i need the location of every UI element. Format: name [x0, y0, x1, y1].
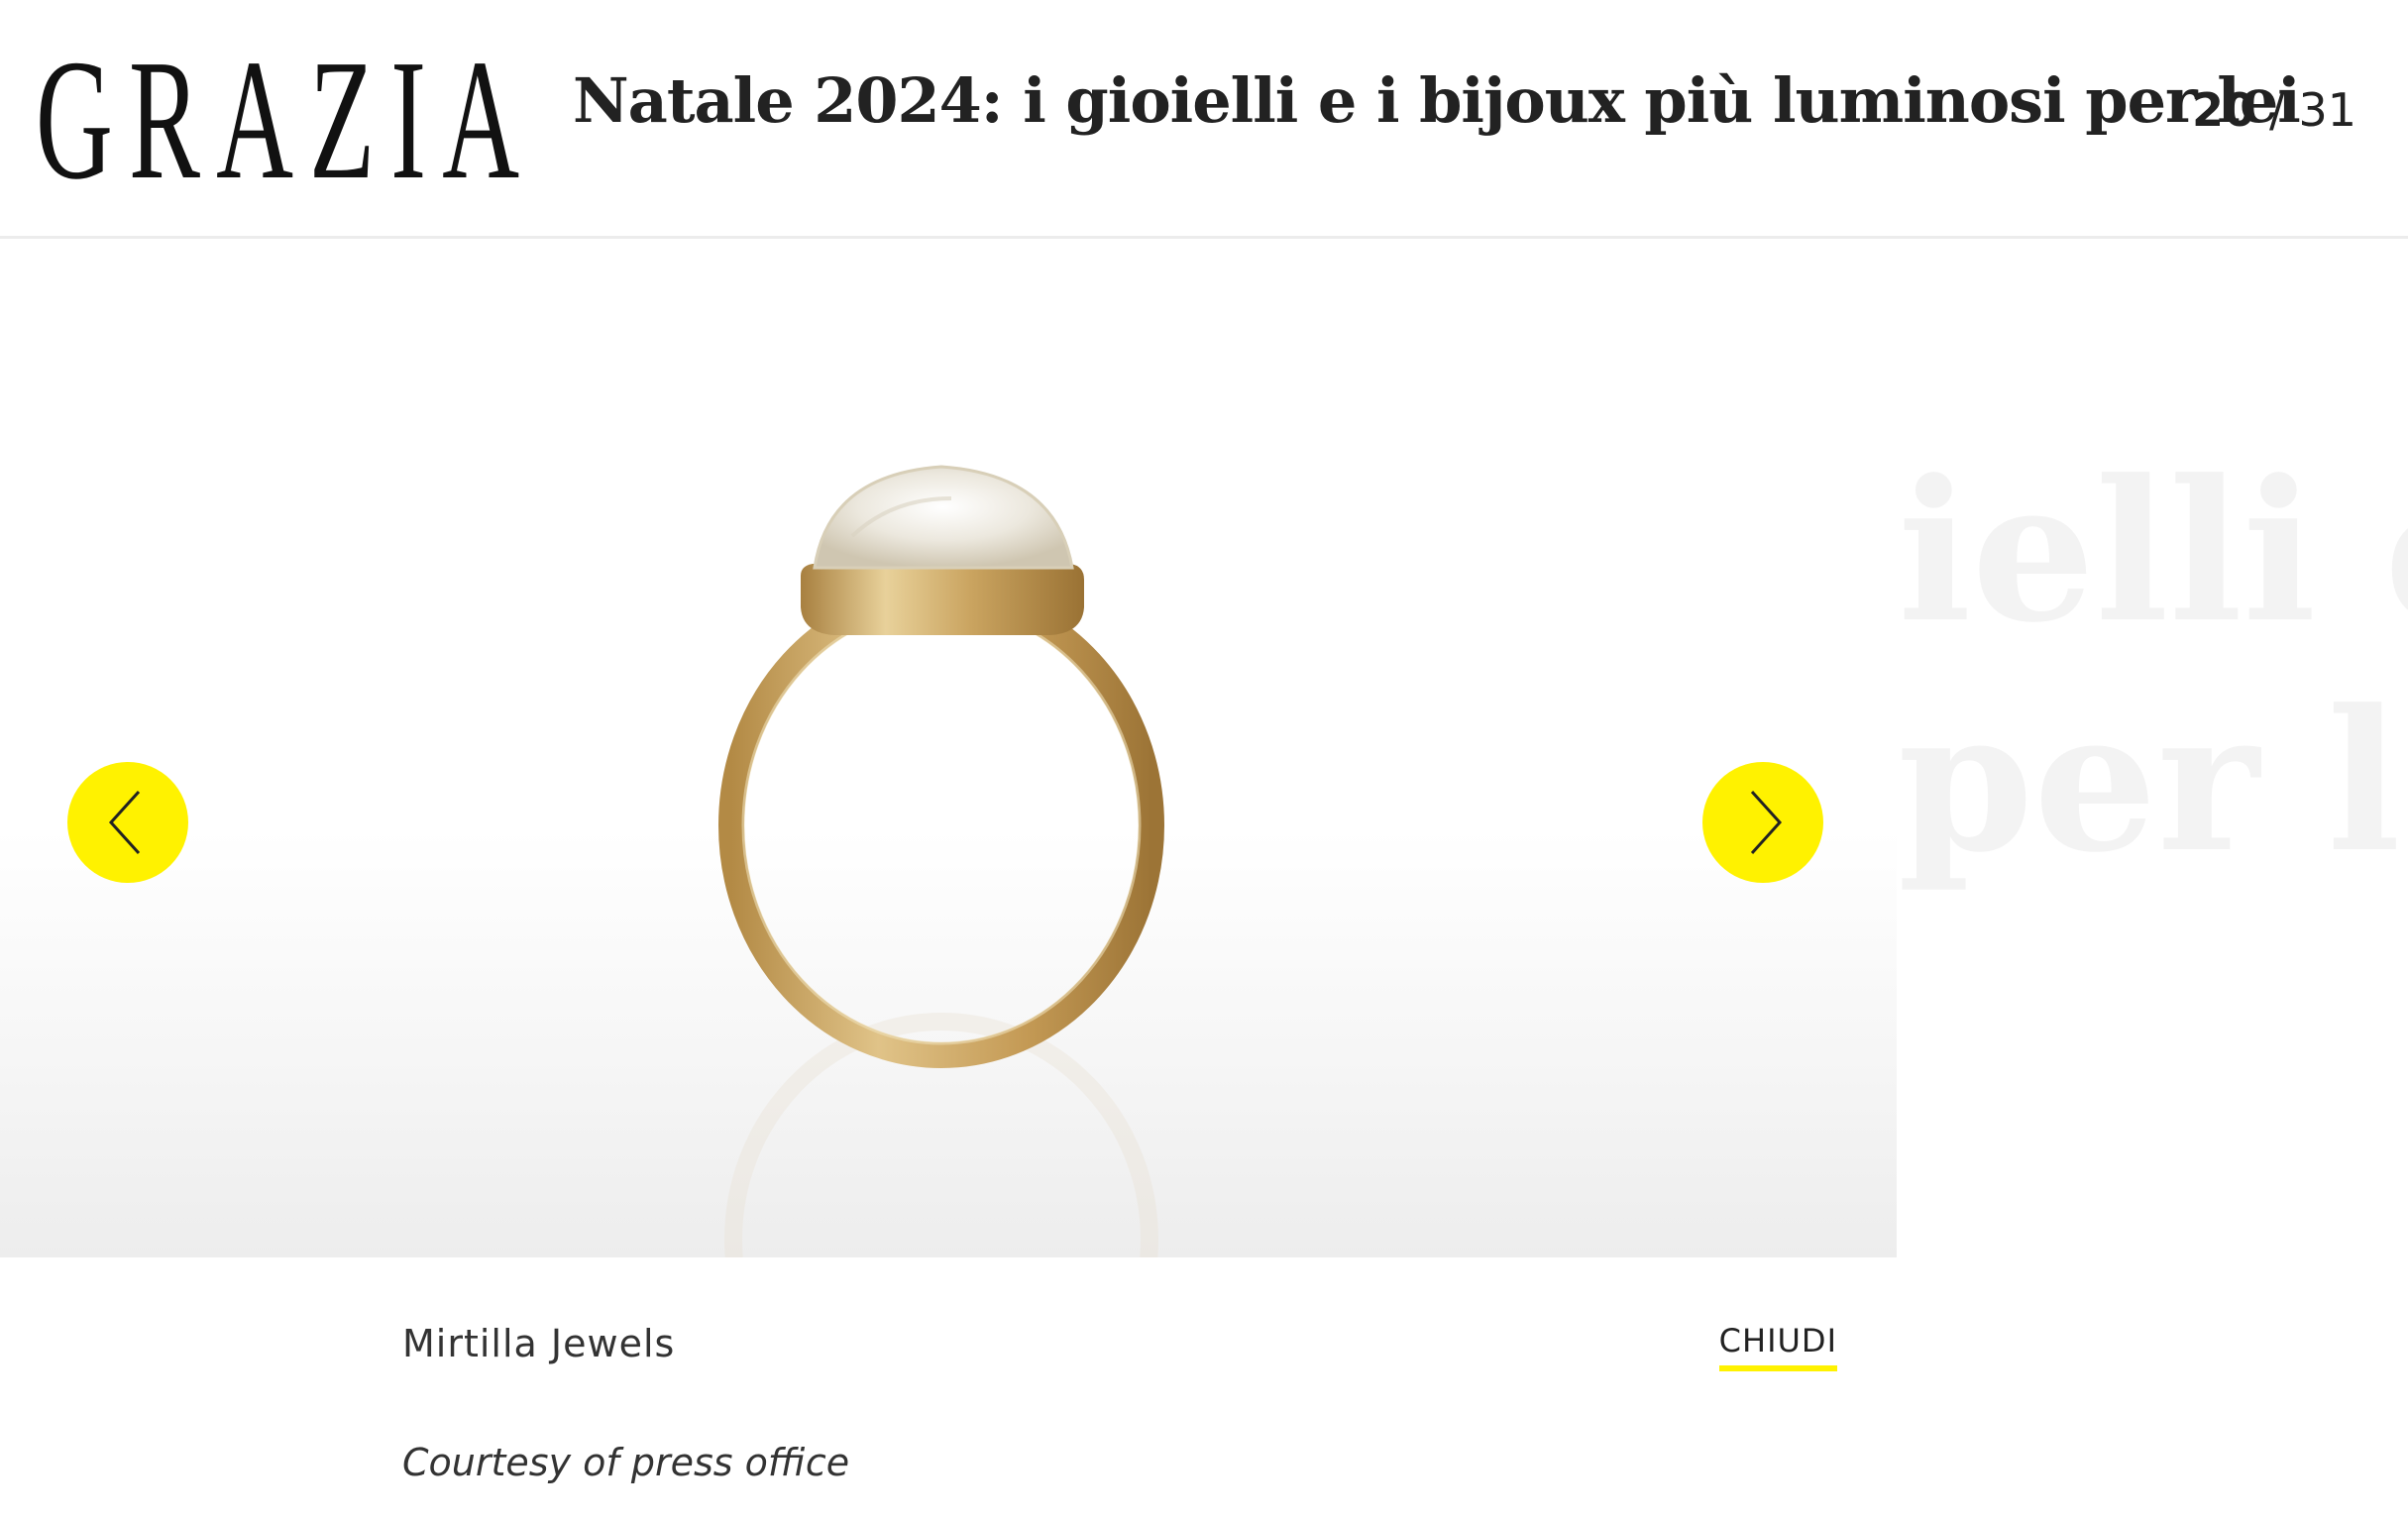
background-title-line: ielli e — [1898, 438, 2408, 666]
next-slide-button[interactable] — [1702, 762, 1823, 883]
chevron-left-icon — [108, 790, 141, 855]
gallery-title: Natale 2024: i gioielli e i bijoux più l… — [573, 64, 2301, 137]
header: GRAZIA Natale 2024: i gioielli e i bijou… — [0, 0, 2408, 239]
chevron-right-icon — [1750, 790, 1783, 855]
slide-counter: 20/31 — [2192, 83, 2356, 137]
slide-current: 20 — [2191, 83, 2255, 137]
grazia-logo[interactable]: GRAZIA — [36, 34, 535, 206]
ring-image — [718, 465, 1164, 1257]
slide-counter-separator: / — [2268, 83, 2285, 137]
slide-total: 31 — [2298, 83, 2356, 137]
close-gallery-button[interactable]: CHIUDI — [1718, 1322, 1837, 1371]
background-title-text: ielli e per le — [1898, 437, 2408, 897]
background-title-line: per le — [1898, 668, 2408, 896]
caption-brand: Mirtilla Jewels — [402, 1322, 676, 1365]
gallery-slide — [0, 239, 1897, 1257]
previous-slide-button[interactable] — [67, 762, 188, 883]
caption-credit: Courtesy of press office — [402, 1441, 850, 1484]
